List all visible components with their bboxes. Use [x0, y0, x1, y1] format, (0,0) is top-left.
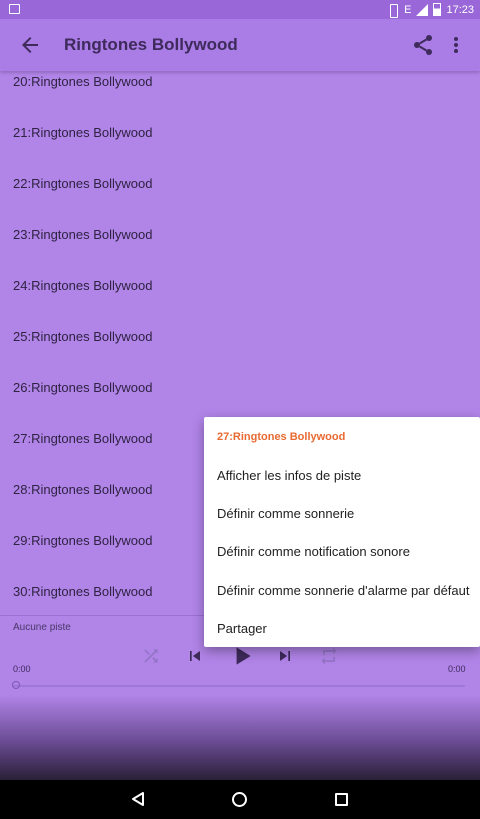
list-item[interactable]: 24:Ringtones Bollywood	[13, 275, 152, 297]
network-type: E	[404, 3, 412, 16]
status-icons: E 17:23	[387, 2, 474, 18]
vibrate-icon	[387, 3, 399, 18]
list-item[interactable]: 29:Ringtones Bollywood	[13, 530, 152, 552]
time-total: 0:00	[448, 664, 466, 674]
menu-item-share[interactable]: Partager	[217, 621, 267, 636]
bottom-gradient	[0, 695, 480, 780]
menu-item-set-alarm[interactable]: Définir comme sonnerie d'alarme par défa…	[217, 583, 470, 598]
list-item[interactable]: 26:Ringtones Bollywood	[13, 377, 152, 399]
nav-recents-icon[interactable]	[335, 793, 348, 806]
time-elapsed: 0:00	[13, 664, 31, 674]
system-nav-bar	[0, 780, 480, 819]
status-bar: E 17:23	[0, 0, 480, 19]
share-icon[interactable]	[411, 33, 435, 57]
status-time: 17:23	[446, 3, 474, 16]
image-notification-icon	[9, 4, 20, 14]
list-item[interactable]: 25:Ringtones Bollywood	[13, 326, 152, 348]
app-bar: Ringtones Bollywood	[0, 19, 480, 71]
context-menu: 27:Ringtones Bollywood Afficher les info…	[204, 417, 480, 647]
menu-item-set-ringtone[interactable]: Définir comme sonnerie	[217, 506, 354, 521]
list-item[interactable]: 23:Ringtones Bollywood	[13, 224, 152, 246]
back-arrow-icon[interactable]	[18, 33, 42, 57]
progress-bar[interactable]	[13, 685, 465, 687]
list-item[interactable]: 27:Ringtones Bollywood	[13, 428, 152, 450]
list-item[interactable]: 21:Ringtones Bollywood	[13, 122, 152, 144]
signal-icon	[416, 3, 429, 16]
context-menu-title: 27:Ringtones Bollywood	[217, 431, 346, 443]
nav-back-icon[interactable]	[130, 791, 146, 807]
more-vert-icon[interactable]	[444, 33, 468, 57]
list-item[interactable]: 28:Ringtones Bollywood	[13, 479, 152, 501]
list-item[interactable]: 20:Ringtones Bollywood	[13, 71, 152, 93]
list-item[interactable]: 22:Ringtones Bollywood	[13, 173, 152, 195]
menu-item-set-notification[interactable]: Définir comme notification sonore	[217, 544, 410, 559]
repeat-icon[interactable]	[319, 646, 339, 666]
progress-thumb[interactable]	[12, 681, 20, 689]
battery-icon	[433, 3, 442, 16]
nav-home-icon[interactable]	[232, 792, 247, 807]
menu-item-track-info[interactable]: Afficher les infos de piste	[217, 468, 361, 483]
page-title: Ringtones Bollywood	[64, 35, 238, 54]
current-track-label: Aucune piste	[13, 622, 71, 633]
list-item[interactable]: 30:Ringtones Bollywood	[13, 581, 152, 603]
shuffle-icon[interactable]	[141, 646, 161, 666]
skip-next-icon[interactable]	[275, 646, 295, 666]
skip-previous-icon[interactable]	[185, 646, 205, 666]
